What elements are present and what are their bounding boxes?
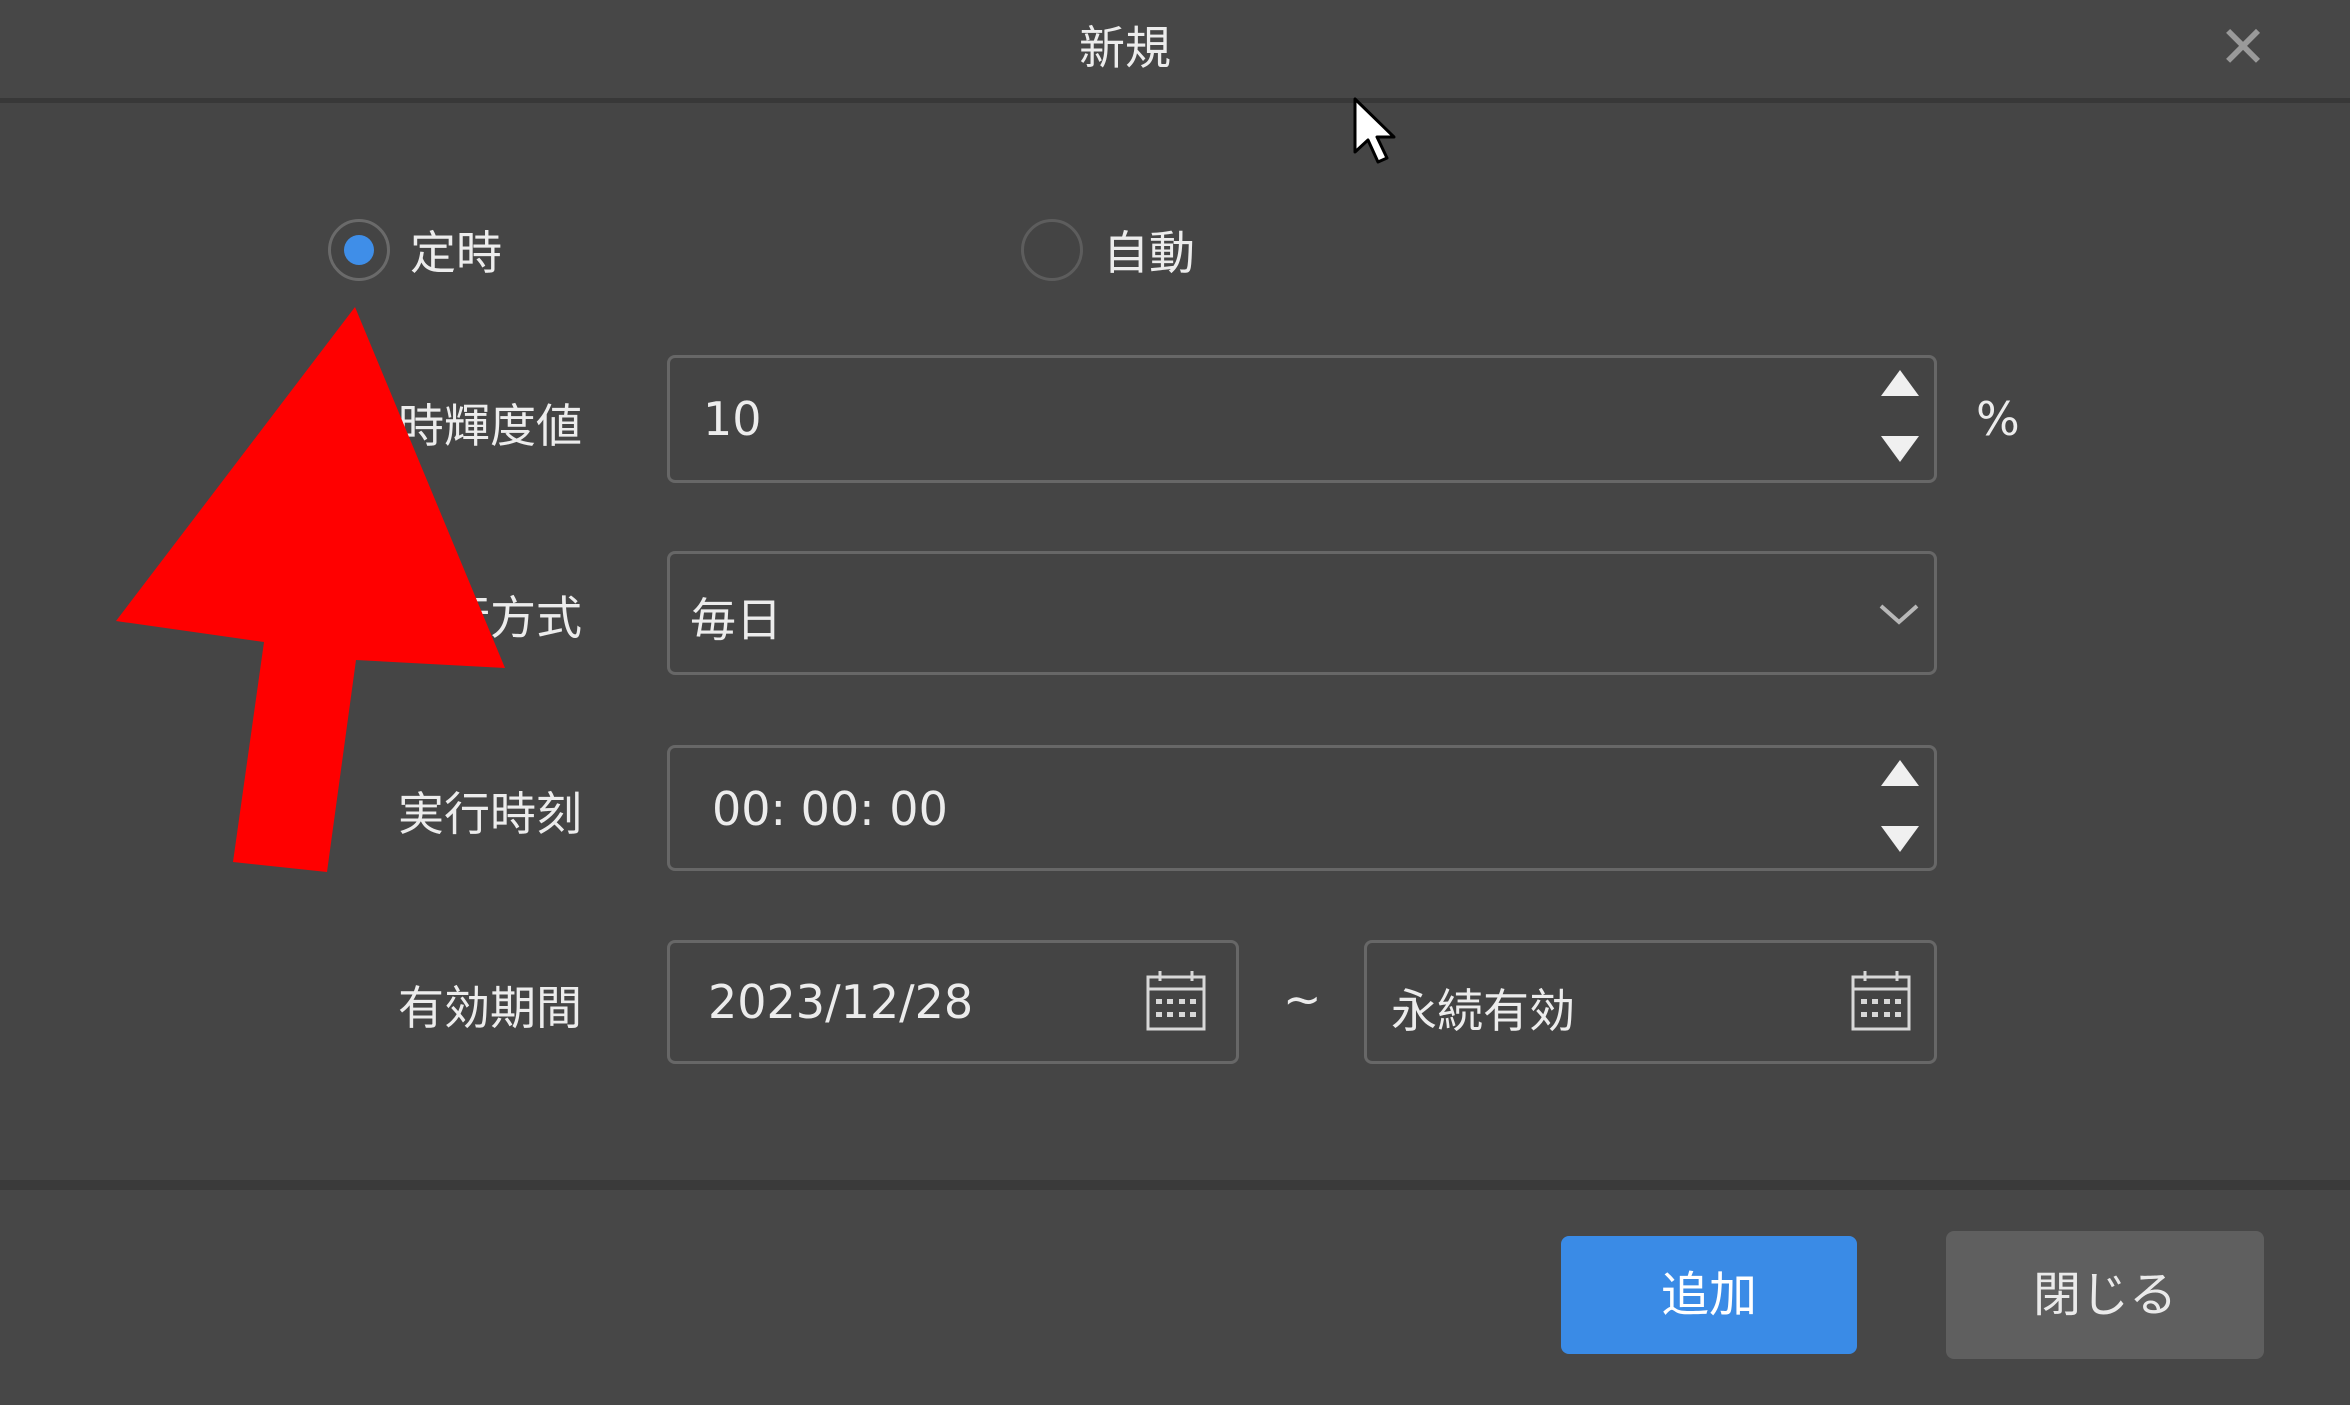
method-value: 毎日 [690, 593, 782, 647]
radio-auto[interactable]: 自動 [1021, 212, 1195, 288]
brightness-value[interactable]: 10 [703, 392, 762, 446]
method-label: 実行方式 [398, 591, 582, 645]
brightness-label: 定時輝度値 [352, 399, 582, 453]
validity-end-input[interactable]: 永続有効 [1364, 940, 1937, 1064]
chevron-down-icon[interactable] [1877, 600, 1921, 628]
footer-divider [0, 1180, 2350, 1190]
add-button[interactable]: 追加 [1561, 1236, 1857, 1354]
dialog-titlebar: 新規 ✕ [0, 0, 2350, 103]
dialog-title: 新規 [1079, 21, 1171, 75]
exec-time-down-icon[interactable] [1881, 826, 1925, 852]
method-select[interactable]: 毎日 [667, 551, 1937, 675]
radio-unselected-icon[interactable] [1021, 219, 1083, 281]
exec-time-label: 実行時刻 [398, 787, 582, 841]
mouse-cursor-icon [1353, 97, 1396, 164]
brightness-up-icon[interactable] [1881, 370, 1925, 396]
close-button[interactable]: 閉じる [1946, 1231, 2264, 1359]
exec-time-up-icon[interactable] [1881, 760, 1925, 786]
radio-scheduled-label: 定時 [410, 226, 502, 280]
calendar-icon[interactable] [1849, 969, 1913, 1033]
brightness-down-icon[interactable] [1881, 436, 1925, 462]
calendar-icon[interactable] [1144, 969, 1208, 1033]
radio-scheduled[interactable]: 定時 [328, 212, 502, 288]
radio-auto-label: 自動 [1103, 226, 1195, 280]
radio-selected-icon[interactable] [328, 219, 390, 281]
exec-time-value[interactable]: 00: 00: 00 [712, 782, 948, 836]
brightness-input[interactable]: 10 [667, 355, 1937, 483]
validity-start-value[interactable]: 2023/12/28 [708, 975, 973, 1029]
validity-start-input[interactable]: 2023/12/28 [667, 940, 1239, 1064]
validity-label: 有効期間 [398, 981, 582, 1035]
exec-time-input[interactable]: 00: 00: 00 [667, 745, 1937, 871]
close-icon[interactable]: ✕ [2212, 16, 2274, 78]
date-range-separator: ~ [1283, 972, 1322, 1026]
validity-end-value[interactable]: 永続有効 [1391, 975, 1575, 1041]
brightness-unit: % [1976, 392, 2020, 446]
